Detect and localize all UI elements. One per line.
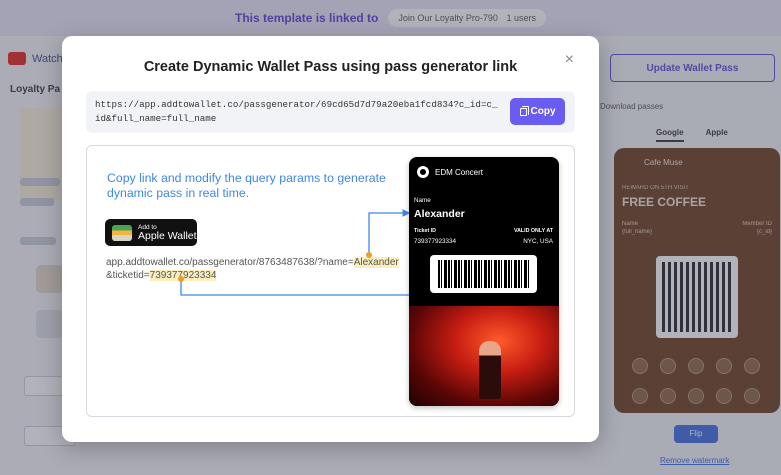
pass-valid-label: VALID ONLY AT <box>513 228 553 234</box>
name-marker-dot <box>366 252 372 258</box>
copy-label: Copy <box>530 106 556 117</box>
pass-logo-icon <box>417 166 429 178</box>
ticket-arrow <box>180 247 427 296</box>
ticket-marker-dot <box>178 276 184 282</box>
name-arrow <box>368 209 411 256</box>
pass-concert-image <box>409 306 559 406</box>
copy-button[interactable]: Copy <box>510 98 565 125</box>
pass-name-value: Alexander <box>414 208 465 220</box>
pass-valid-value: NYC, USA <box>523 238 553 245</box>
pass-event: EDM Concert <box>435 168 484 177</box>
modal-title: Create Dynamic Wallet Pass using pass ge… <box>143 59 518 75</box>
copy-icon <box>519 105 529 116</box>
pass-ticket-label: Ticket ID <box>414 228 436 234</box>
generator-link-url[interactable]: https://app.addtowallet.co/passgenerator… <box>95 98 500 126</box>
sample-wallet-pass: EDM Concert Name Alexander Ticket ID 739… <box>409 157 559 406</box>
pass-name-label: Name <box>414 197 431 204</box>
pass-barcode <box>430 255 537 293</box>
generator-link-box: https://app.addtowallet.co/passgenerator… <box>86 91 575 133</box>
dynamic-pass-modal: × Create Dynamic Wallet Pass using pass … <box>62 36 599 442</box>
usage-illustration: Copy link and modify the query params to… <box>86 145 575 417</box>
pass-ticket-value: 739377923334 <box>414 238 457 245</box>
